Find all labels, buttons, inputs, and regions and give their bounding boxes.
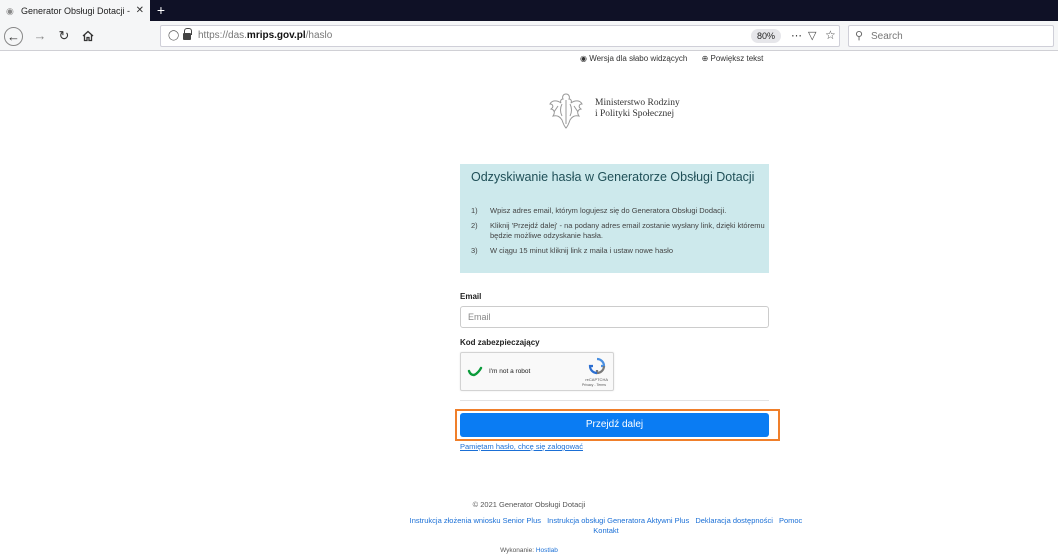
home-icon[interactable] bbox=[78, 26, 98, 46]
recaptcha-widget[interactable]: I'm not a robot reCAPTCHA Privacy - Term… bbox=[460, 352, 614, 391]
shield-icon[interactable]: ◯ bbox=[168, 30, 179, 41]
email-label: Email bbox=[460, 292, 482, 301]
ministry-line-2: i Polityki Społecznej bbox=[595, 109, 675, 119]
new-tab-button[interactable]: + bbox=[152, 0, 170, 21]
recaptcha-brand: reCAPTCHA bbox=[585, 377, 608, 382]
search-placeholder: Search bbox=[871, 31, 903, 42]
recaptcha-text: I'm not a robot bbox=[489, 368, 531, 375]
footer-links: Instrukcja złożenia wniosku Senior Plus … bbox=[368, 516, 844, 536]
recaptcha-logo-icon bbox=[588, 357, 606, 375]
forward-icon[interactable]: → bbox=[30, 26, 50, 46]
pocket-icon[interactable]: ▽ bbox=[808, 29, 816, 42]
checkmark-icon[interactable] bbox=[467, 363, 483, 379]
url-text[interactable]: https://das.mrips.gov.pl/haslo bbox=[198, 30, 332, 41]
remember-password-link[interactable]: Pamiętam hasło, chcę się zalogować bbox=[460, 442, 583, 451]
close-tab-icon[interactable]: ✕ bbox=[136, 5, 144, 16]
footer-link-aktywni-plus[interactable]: Instrukcja obsługi Generatora Aktywni Pl… bbox=[547, 516, 689, 525]
tab-strip: ◉ Generator Obsługi Dotacji - Od ✕ + bbox=[0, 0, 1058, 21]
eagle-favicon-icon: ◉ bbox=[6, 5, 14, 16]
address-bar[interactable]: ◯ https://das.mrips.gov.pl/haslo 80% ⋯ ▽… bbox=[160, 25, 840, 47]
footer-link-senior-plus[interactable]: Instrukcja złożenia wniosku Senior Plus bbox=[410, 516, 541, 525]
instruction-step: 1) Wpisz adres email, którym logujesz się… bbox=[471, 206, 727, 215]
email-field[interactable] bbox=[460, 306, 769, 328]
reload-icon[interactable]: ↻ bbox=[54, 26, 74, 46]
divider bbox=[460, 400, 769, 401]
captcha-label: Kod zabezpieczający bbox=[460, 338, 540, 347]
made-by-label: Wykonanie: bbox=[500, 547, 535, 554]
search-icon: ⚲ bbox=[855, 30, 864, 42]
instruction-step: 3) W ciągu 15 minut kliknij link z maila … bbox=[471, 246, 673, 255]
instruction-list: 1) Wpisz adres email, którym logujesz się… bbox=[471, 206, 766, 261]
eagle-emblem-icon bbox=[549, 93, 583, 129]
ministry-line-1: Ministerstwo Rodziny bbox=[595, 98, 680, 108]
back-icon[interactable]: ← bbox=[4, 27, 23, 46]
enlarge-text-link[interactable]: ⊕ Powiększ tekst bbox=[702, 54, 770, 63]
instructions-panel: Odzyskiwanie hasła w Generatorze Obsługi… bbox=[460, 164, 769, 273]
browser-tab[interactable]: ◉ Generator Obsługi Dotacji - Od ✕ bbox=[0, 0, 150, 21]
instruction-step: 2) Kliknij 'Przejdź dalej' - na podany ad… bbox=[471, 221, 765, 240]
lock-icon[interactable] bbox=[183, 28, 192, 41]
submit-button[interactable]: Przejdź dalej bbox=[460, 413, 769, 437]
tab-title: Generator Obsługi Dotacji - Od bbox=[21, 5, 132, 16]
page-title: Odzyskiwanie hasła w Generatorze Obsługi… bbox=[471, 170, 755, 184]
zoom-level[interactable]: 80% bbox=[751, 29, 782, 43]
footer-link-help[interactable]: Pomoc bbox=[779, 516, 802, 525]
made-by: Wykonanie: Hostlab bbox=[0, 547, 1058, 554]
search-bar[interactable]: ⚲ Search bbox=[848, 25, 1054, 47]
hostlab-link[interactable]: Hostlab bbox=[536, 547, 558, 554]
recaptcha-terms[interactable]: Privacy - Terms bbox=[582, 383, 606, 387]
accessibility-bar: ◉ Wersja dla słabo widzących ⊕ Powiększ … bbox=[580, 54, 775, 63]
footer-link-contact[interactable]: Kontakt bbox=[593, 526, 618, 535]
ministry-name: Ministerstwo Rodziny i Polityki Społeczn… bbox=[595, 98, 680, 120]
bookmark-star-icon[interactable]: ☆ bbox=[825, 28, 836, 42]
more-icon[interactable]: ⋯ bbox=[791, 29, 803, 42]
copyright-text: © 2021 Generator Obsługi Dotacji bbox=[472, 500, 586, 509]
footer-link-accessibility[interactable]: Deklaracja dostępności bbox=[695, 516, 773, 525]
navigation-toolbar: ← → ↻ ◯ https://das.mrips.gov.pl/haslo 8… bbox=[0, 21, 1058, 51]
contrast-link[interactable]: ◉ Wersja dla słabo widzących bbox=[580, 54, 693, 63]
